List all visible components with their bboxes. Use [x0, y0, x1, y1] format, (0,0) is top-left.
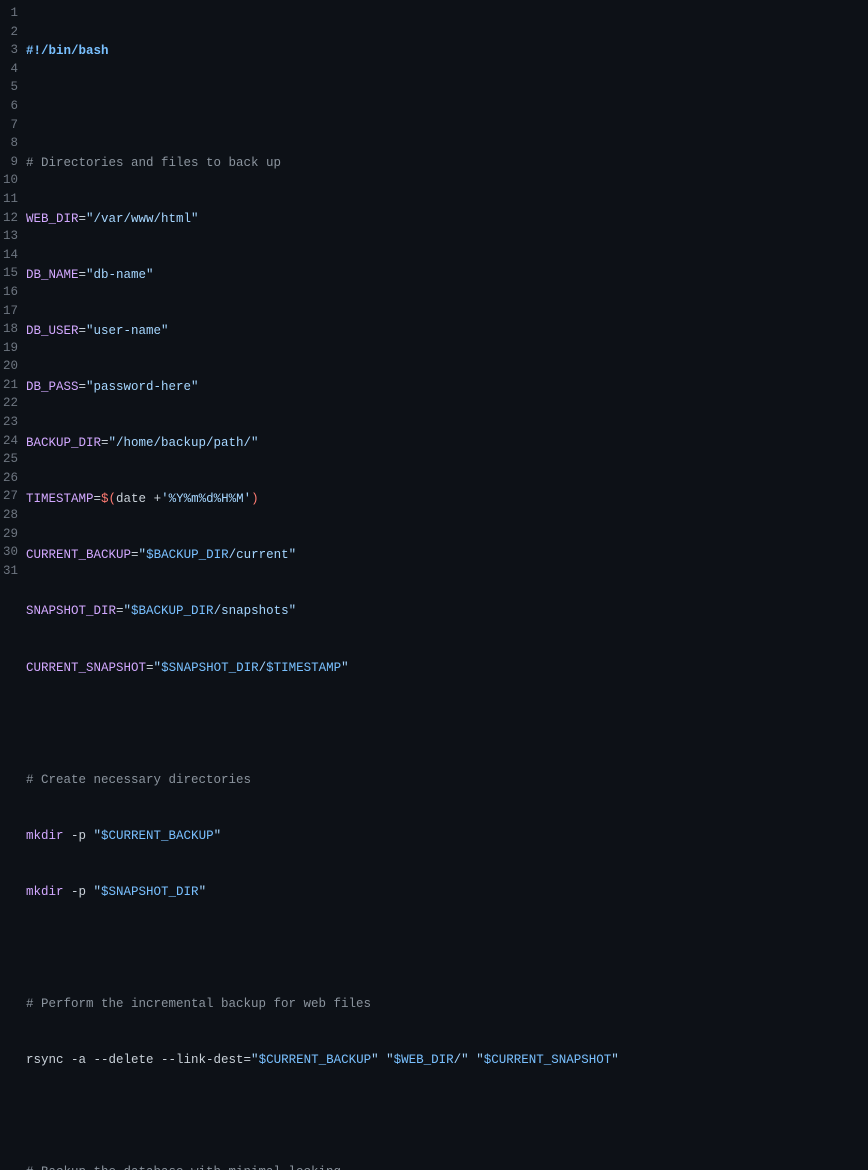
- line-number: 4: [0, 60, 18, 79]
- line-number: 18: [0, 320, 18, 339]
- code-line: # Directories and files to back up: [26, 154, 868, 173]
- line-number: 16: [0, 283, 18, 302]
- line-number: 13: [0, 227, 18, 246]
- code-line: # Perform the incremental backup for web…: [26, 995, 868, 1014]
- code-line: WEB_DIR="/var/www/html": [26, 210, 868, 229]
- line-number: 26: [0, 469, 18, 488]
- line-number: 22: [0, 394, 18, 413]
- line-number: 27: [0, 487, 18, 506]
- line-number: 17: [0, 302, 18, 321]
- shebang: #!/bin/bash: [26, 44, 109, 58]
- code-line: [26, 1107, 868, 1126]
- code-line: [26, 715, 868, 734]
- line-number: 29: [0, 525, 18, 544]
- line-number-gutter: 1234567891011121314151617181920212223242…: [0, 4, 26, 1170]
- line-number: 3: [0, 41, 18, 60]
- line-number: 23: [0, 413, 18, 432]
- line-number: 20: [0, 357, 18, 376]
- line-number: 15: [0, 264, 18, 283]
- code-editor[interactable]: 1234567891011121314151617181920212223242…: [0, 0, 868, 1170]
- line-number: 1: [0, 4, 18, 23]
- code-line: [26, 98, 868, 117]
- code-line: TIMESTAMP=$(date +'%Y%m%d%H%M'): [26, 490, 868, 509]
- line-number: 30: [0, 543, 18, 562]
- code-line: DB_USER="user-name": [26, 322, 868, 341]
- comment: # Directories and files to back up: [26, 156, 281, 170]
- code-line: # Create necessary directories: [26, 771, 868, 790]
- code-line: BACKUP_DIR="/home/backup/path/": [26, 434, 868, 453]
- line-number: 8: [0, 134, 18, 153]
- code-line: rsync -a --delete --link-dest="$CURRENT_…: [26, 1051, 868, 1070]
- code-line: CURRENT_SNAPSHOT="$SNAPSHOT_DIR/$TIMESTA…: [26, 659, 868, 678]
- code-line: DB_PASS="password-here": [26, 378, 868, 397]
- line-number: 2: [0, 23, 18, 42]
- code-line: [26, 939, 868, 958]
- code-line: mkdir -p "$SNAPSHOT_DIR": [26, 883, 868, 902]
- line-number: 25: [0, 450, 18, 469]
- line-number: 19: [0, 339, 18, 358]
- line-number: 10: [0, 171, 18, 190]
- code-line: mkdir -p "$CURRENT_BACKUP": [26, 827, 868, 846]
- line-number: 31: [0, 562, 18, 581]
- line-number: 24: [0, 432, 18, 451]
- code-line: DB_NAME="db-name": [26, 266, 868, 285]
- line-number: 5: [0, 78, 18, 97]
- code-line: # Backup the database with minimal locki…: [26, 1163, 868, 1170]
- line-number: 6: [0, 97, 18, 116]
- code-line: CURRENT_BACKUP="$BACKUP_DIR/current": [26, 546, 868, 565]
- line-number: 28: [0, 506, 18, 525]
- code-line: #!/bin/bash: [26, 42, 868, 61]
- line-number: 12: [0, 209, 18, 228]
- code-line: SNAPSHOT_DIR="$BACKUP_DIR/snapshots": [26, 602, 868, 621]
- line-number: 9: [0, 153, 18, 172]
- line-number: 7: [0, 116, 18, 135]
- line-number: 14: [0, 246, 18, 265]
- line-number: 21: [0, 376, 18, 395]
- code-area[interactable]: #!/bin/bash # Directories and files to b…: [26, 4, 868, 1170]
- line-number: 11: [0, 190, 18, 209]
